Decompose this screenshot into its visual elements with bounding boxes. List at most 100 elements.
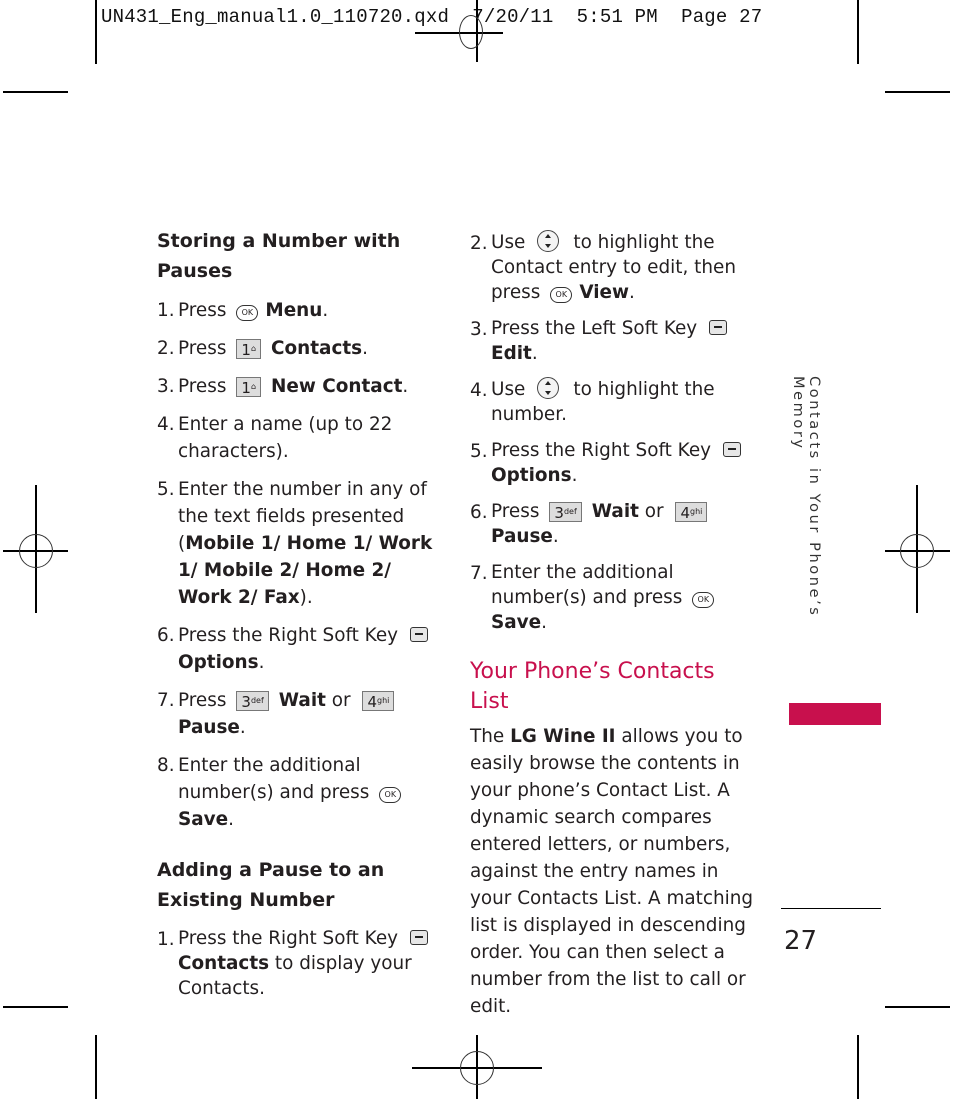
pause-label: Pause (178, 717, 240, 738)
new-contact-label: New Contact (271, 376, 403, 397)
one-key-icon: 1⌂ (236, 377, 262, 397)
step-item: 8. Enter the additional number(s) and pr… (157, 752, 447, 833)
save-label: Save (491, 612, 542, 633)
step-text: Press the Right Soft Key (178, 928, 399, 949)
side-tab: Contacts in Your Phone’s Memory (790, 376, 822, 696)
step-number: 7. (157, 690, 175, 711)
step-number: 5. (157, 479, 175, 500)
crop-mark (95, 1035, 97, 1099)
step-text: Press the Left Soft Key (491, 318, 698, 339)
step-item: 7. Press 3def Wait or 4ghi Pause. (157, 687, 447, 741)
options-label: Options (178, 652, 259, 673)
step-number: 8. (157, 755, 175, 776)
four-key-icon: 4ghi (675, 502, 708, 522)
para-text: allows you to easily browse the contents… (470, 726, 754, 1017)
para-text: The (470, 726, 511, 747)
step-text: Press the Right Soft Key (491, 440, 712, 461)
key-letters: def (250, 696, 264, 705)
step-text: . (541, 612, 547, 633)
section-heading: Storing a Number with Pauses (157, 230, 401, 282)
nav-key-icon (537, 230, 560, 252)
registration-circle-right (900, 534, 934, 568)
crop-mark (3, 1006, 68, 1008)
side-tab-label: Contacts in Your Phone’s Memory (790, 376, 822, 618)
crop-mark (3, 91, 68, 93)
contacts-label: Contacts (178, 953, 270, 974)
step-text: ). (299, 587, 313, 608)
key-digit: 4 (680, 504, 690, 522)
key-digit: 4 (367, 693, 377, 711)
footer-rule (781, 908, 881, 909)
step-text: Press (178, 300, 227, 321)
right-soft-key-icon (410, 930, 429, 945)
step-item: 1. Press OK Menu. (157, 297, 447, 324)
pause-label: Pause (491, 526, 553, 547)
wait-label: Wait (278, 690, 326, 711)
right-column: 2. Use to highlight the Contact entry to … (470, 230, 760, 1020)
right-soft-key-icon (410, 627, 429, 642)
crop-mark (885, 91, 950, 93)
step-number: 1. (157, 929, 175, 950)
section-title: Your Phone’s Contacts List (470, 659, 715, 714)
step-text: . (228, 809, 234, 830)
step-item: 4. Enter a name (up to 22 characters). (157, 411, 447, 465)
voicemail-glyph: ⌂ (250, 344, 257, 353)
key-letters: def (563, 507, 577, 516)
nav-key-icon (537, 377, 560, 399)
step-number: 5. (470, 441, 488, 462)
step-text: Enter the additional number(s) and press (178, 755, 370, 803)
step-text: or (638, 501, 670, 522)
crop-mark (857, 1035, 859, 1099)
step-text: . (531, 343, 538, 364)
step-text: Use (491, 232, 526, 253)
voicemail-glyph: ⌂ (250, 382, 257, 391)
ok-key-icon: OK (379, 787, 402, 803)
step-text: . (571, 465, 578, 486)
step-number: 1. (157, 300, 175, 321)
step-number: 3. (157, 376, 175, 397)
three-key-icon: 3def (236, 691, 269, 711)
menu-label: Menu (265, 300, 323, 321)
step-item: 5. Press the Right Soft Key Options. (470, 438, 760, 488)
chapter-marker-bar (789, 703, 881, 725)
key-letters: ghi (376, 696, 390, 705)
step-number: 4. (157, 414, 175, 435)
edit-label: Edit (491, 343, 532, 364)
step-text: . (258, 652, 265, 673)
key-letters: ghi (689, 507, 703, 516)
step-text: or (325, 690, 357, 711)
step-text: Use (491, 379, 526, 400)
key-digit: 1 (241, 379, 251, 397)
one-key-icon: 1⌂ (236, 339, 262, 359)
step-text: . (402, 376, 409, 397)
step-text: . (239, 717, 246, 738)
step-text: Enter a name (up to 22 characters). (178, 414, 393, 462)
step-text: Press (178, 376, 227, 397)
ok-key-icon: OK (550, 287, 573, 303)
options-label: Options (491, 465, 572, 486)
step-text: Press the Right Soft Key (178, 625, 399, 646)
step-text: . (322, 300, 329, 321)
step-number: 4. (470, 380, 488, 401)
right-soft-key-icon (723, 442, 742, 457)
ok-key-icon: OK (692, 592, 715, 608)
step-item: 4. Use to highlight the number. (470, 377, 760, 427)
left-column: Storing a Number with Pauses 1. Press OK M… (157, 226, 447, 1001)
wait-label: Wait (591, 501, 639, 522)
step-text: Press (491, 501, 540, 522)
save-label: Save (178, 809, 229, 830)
registration-circle-top (459, 15, 483, 49)
crop-mark (95, 0, 97, 64)
step-number: 3. (470, 319, 488, 340)
step-number: 2. (470, 233, 488, 254)
step-text: Press (178, 690, 227, 711)
step-number: 6. (157, 625, 175, 646)
ok-key-icon: OK (236, 305, 259, 321)
registration-circle-bottom (460, 1051, 494, 1085)
key-digit: 3 (241, 693, 251, 711)
step-number: 7. (470, 563, 488, 584)
step-text: Enter the additional number(s) and press (491, 562, 683, 608)
step-item: 3. Press 1⌂ New Contact. (157, 373, 447, 400)
step-item: 2. Press 1⌂ Contacts. (157, 335, 447, 362)
product-name: LG Wine II (510, 726, 616, 747)
